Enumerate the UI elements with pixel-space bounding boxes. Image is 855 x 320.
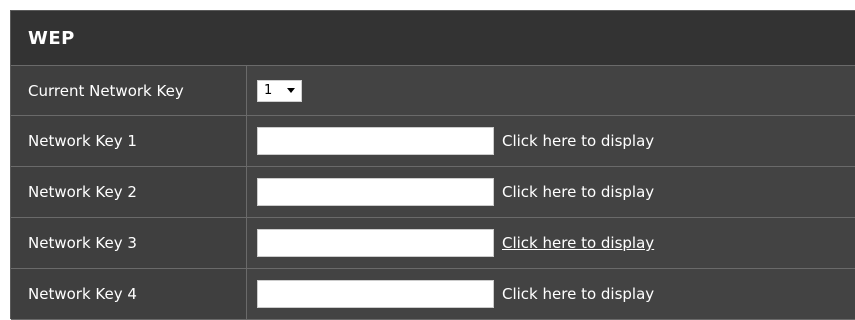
network-key-label: Network Key 4 <box>11 269 247 319</box>
current-key-label: Current Network Key <box>11 66 247 115</box>
network-key-4-display-link[interactable]: Click here to display <box>502 285 654 303</box>
current-key-select[interactable]: 1 <box>257 79 302 102</box>
network-key-row: Network Key 4 Click here to display <box>11 269 855 320</box>
network-key-1-input[interactable] <box>257 127 494 155</box>
chevron-down-icon <box>287 88 295 93</box>
network-key-label: Network Key 1 <box>11 116 247 166</box>
network-key-3-input[interactable] <box>257 229 494 257</box>
section-header: WEP <box>11 11 855 66</box>
network-key-value-cell: Click here to display <box>247 167 855 217</box>
network-key-row: Network Key 3 Click here to display <box>11 218 855 269</box>
network-key-row: Network Key 2 Click here to display <box>11 167 855 218</box>
network-key-2-input[interactable] <box>257 178 494 206</box>
network-key-3-display-link[interactable]: Click here to display <box>502 234 654 252</box>
current-key-row: Current Network Key 1 <box>11 66 855 116</box>
network-key-2-display-link[interactable]: Click here to display <box>502 183 654 201</box>
current-key-selected-value: 1 <box>264 83 273 98</box>
network-key-value-cell: Click here to display <box>247 116 855 166</box>
network-key-4-input[interactable] <box>257 280 494 308</box>
section-title: WEP <box>28 27 75 49</box>
network-key-label: Network Key 3 <box>11 218 247 268</box>
network-key-value-cell: Click here to display <box>247 218 855 268</box>
network-key-label: Network Key 2 <box>11 167 247 217</box>
network-key-row: Network Key 1 Click here to display <box>11 116 855 167</box>
current-key-value-cell: 1 <box>247 66 855 115</box>
network-key-1-display-link[interactable]: Click here to display <box>502 132 654 150</box>
network-key-value-cell: Click here to display <box>247 269 855 319</box>
wep-panel: WEP Current Network Key 1 Network Key 1 … <box>10 10 855 320</box>
